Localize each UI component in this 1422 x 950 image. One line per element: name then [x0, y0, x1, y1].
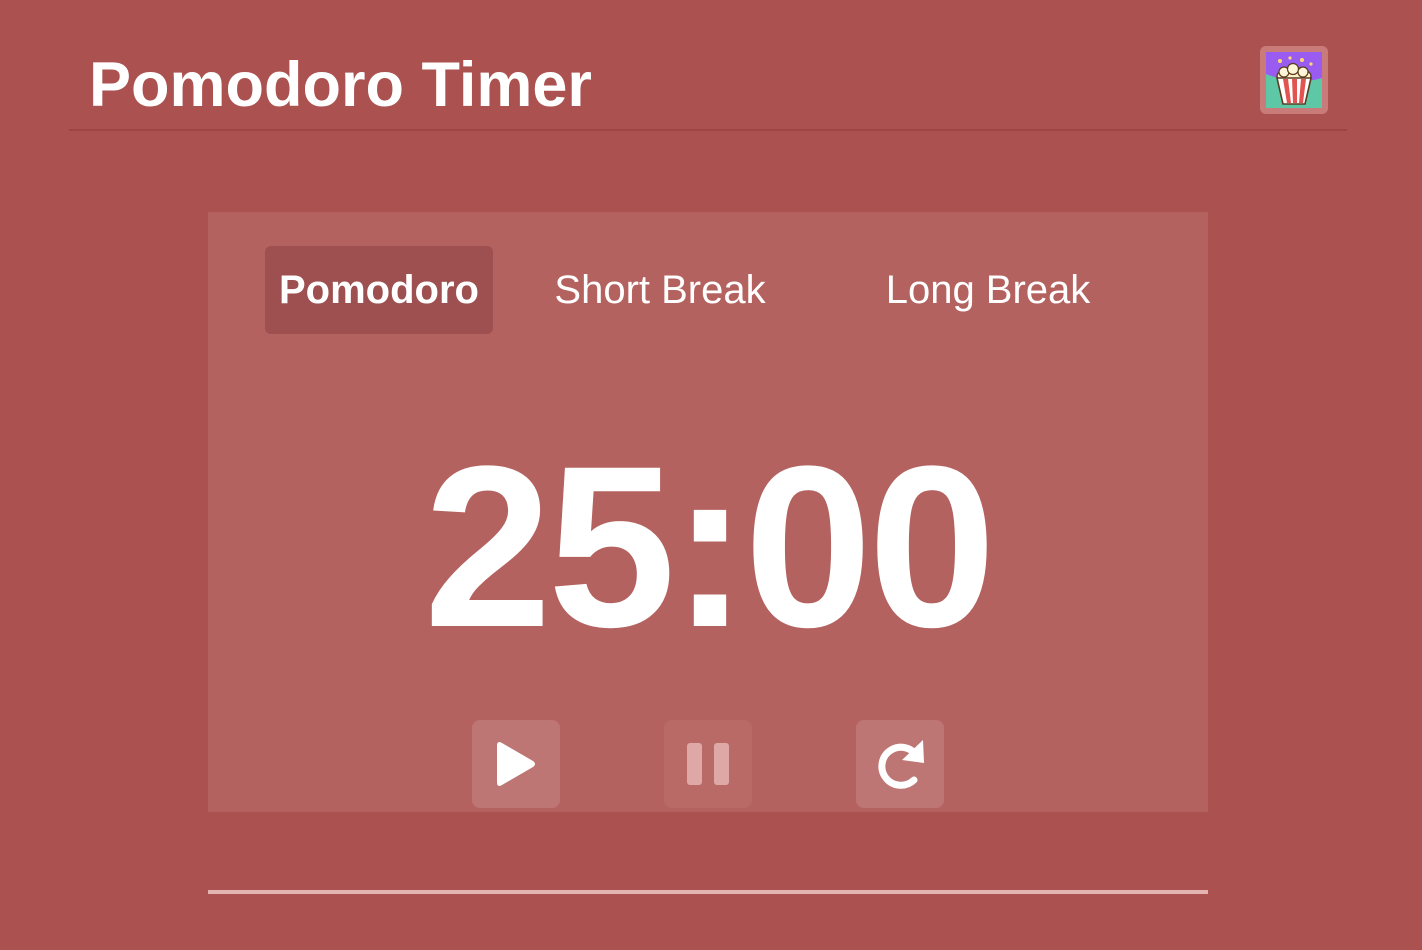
timer-display: 25:00: [423, 418, 996, 675]
timer-card: Pomodoro Short Break Long Break 25:00: [208, 212, 1208, 812]
tab-pomodoro[interactable]: Pomodoro: [265, 246, 493, 334]
reset-button[interactable]: [856, 720, 944, 808]
tab-short-break[interactable]: Short Break: [536, 246, 784, 334]
start-button[interactable]: [472, 720, 560, 808]
pause-button[interactable]: [664, 720, 752, 808]
pause-icon: [687, 743, 729, 785]
reset-icon: [878, 740, 924, 789]
popcorn-icon: [1266, 52, 1322, 108]
user-avatar[interactable]: [1260, 46, 1328, 114]
tab-long-break[interactable]: Long Break: [872, 246, 1104, 334]
progress-bar: [208, 890, 1208, 894]
play-icon: [497, 742, 535, 786]
app-header: Pomodoro Timer: [69, 0, 1347, 131]
app-title: Pomodoro Timer: [89, 50, 592, 120]
